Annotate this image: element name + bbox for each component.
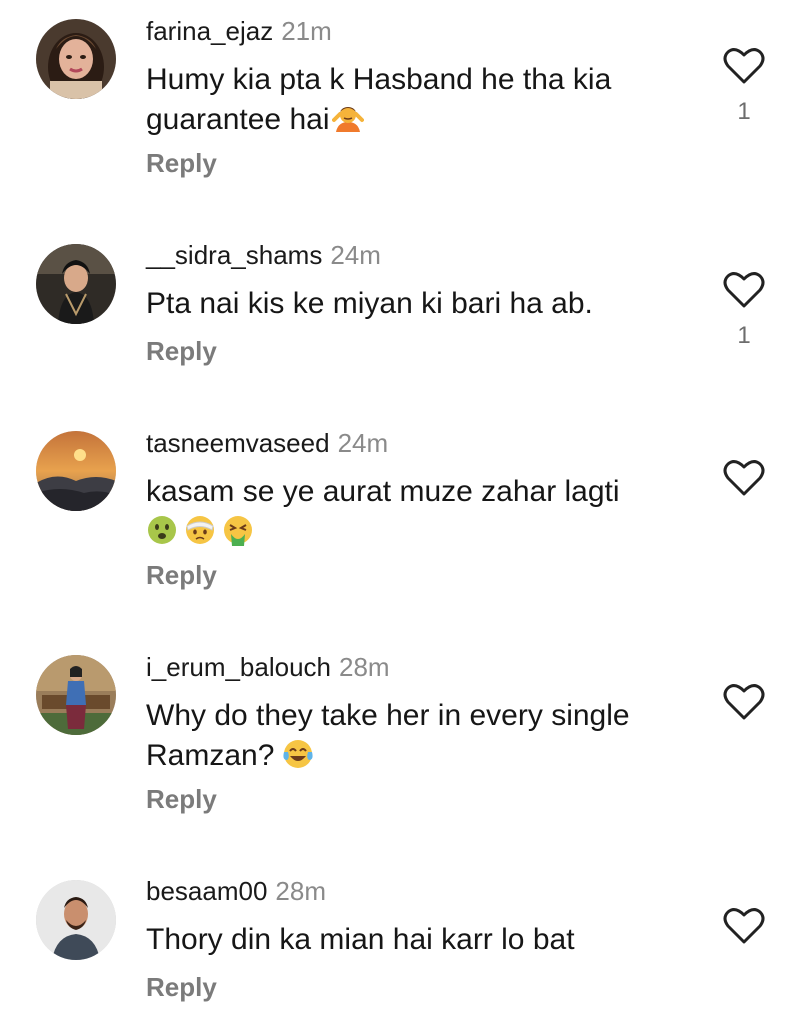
reply-button[interactable]: Reply xyxy=(146,972,217,1002)
avatar[interactable] xyxy=(36,655,116,735)
comment-text: Why do they take her in every single Ram… xyxy=(146,696,686,776)
comment-text: Humy kia pta k Hasband he tha kia guaran… xyxy=(146,60,686,140)
comment-body: Thory din ka mian hai karr lo bat xyxy=(146,923,575,956)
comment-text: kasam se ye aurat muze zahar lagti xyxy=(146,472,686,552)
reply-button[interactable]: Reply xyxy=(146,336,217,366)
avatar[interactable] xyxy=(36,244,116,324)
avatar[interactable] xyxy=(36,431,116,511)
timestamp: 24m xyxy=(330,240,381,270)
comment-text: Pta nai kis ke miyan ki bari ha ab. xyxy=(146,284,686,324)
timestamp: 21m xyxy=(281,16,332,46)
like-count: 1 xyxy=(737,98,751,125)
heart-icon[interactable] xyxy=(722,270,766,310)
comment-body: Why do they take her in every single Ram… xyxy=(146,699,630,772)
username[interactable]: farina_ejaz xyxy=(146,16,273,46)
username[interactable]: i_erum_balouch xyxy=(146,652,331,682)
username[interactable]: __sidra_shams xyxy=(146,240,322,270)
comment-body: kasam se ye aurat muze zahar lagti xyxy=(146,475,620,508)
heart-icon[interactable] xyxy=(722,906,766,946)
avatar[interactable] xyxy=(36,19,116,99)
heart-icon[interactable] xyxy=(722,458,766,498)
timestamp: 28m xyxy=(275,876,326,906)
reply-button[interactable]: Reply xyxy=(146,784,217,814)
face-with-tears-of-joy-icon xyxy=(283,740,313,768)
reply-button[interactable]: Reply xyxy=(146,560,217,590)
username[interactable]: besaam00 xyxy=(146,876,267,906)
comment-text: Thory din ka mian hai karr lo bat xyxy=(146,920,686,960)
comment-body: Humy kia pta k Hasband he tha kia guaran… xyxy=(146,63,612,136)
timestamp: 24m xyxy=(337,428,389,458)
username[interactable]: tasneemvaseed xyxy=(146,428,330,458)
avatar[interactable] xyxy=(36,880,116,960)
like-count: 1 xyxy=(737,322,751,349)
reply-button[interactable]: Reply xyxy=(146,148,217,178)
comment-body: Pta nai kis ke miyan ki bari ha ab. xyxy=(146,287,593,320)
heart-icon[interactable] xyxy=(722,46,766,86)
person-shrugging-icon xyxy=(331,107,364,132)
nauseated-face-icon xyxy=(148,516,176,544)
face-with-head-bandage-icon xyxy=(186,516,214,544)
heart-icon[interactable] xyxy=(722,682,766,722)
timestamp: 28m xyxy=(339,652,390,682)
face-vomiting-icon xyxy=(224,516,252,546)
